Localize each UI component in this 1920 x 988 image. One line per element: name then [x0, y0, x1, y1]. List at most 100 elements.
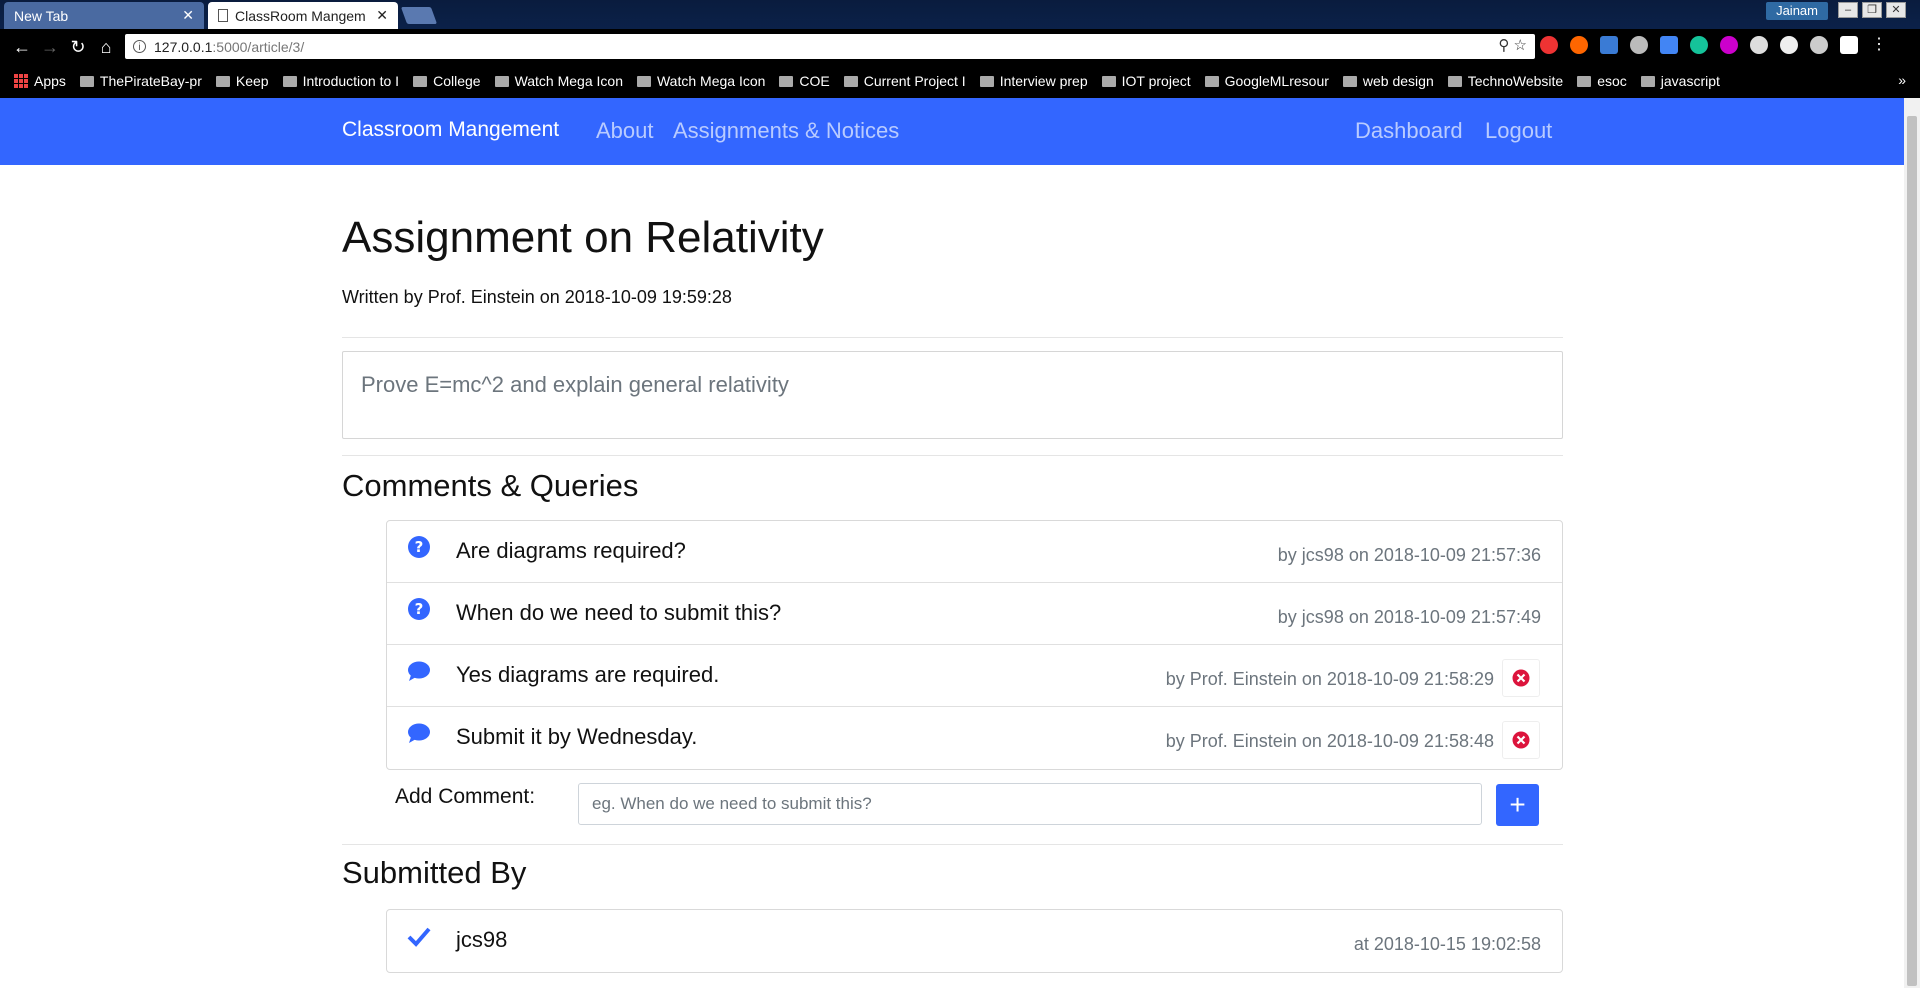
bookmark-item[interactable]: javascript — [1640, 73, 1720, 89]
delete-comment-button[interactable] — [1502, 659, 1540, 697]
bookmark-label: COE — [799, 73, 830, 89]
comment-text: Are diagrams required? — [456, 538, 686, 563]
forward-icon[interactable]: → — [38, 35, 62, 59]
comment-meta: by Prof. Einstein on 2018-10-09 21:58:29 — [1165, 669, 1494, 689]
nav-link-dashboard[interactable]: Dashboard — [1355, 118, 1463, 144]
url-host: 127.0.0.1 — [154, 38, 213, 55]
submissions-list: jcs98 at 2018-10-15 19:02:58 — [386, 909, 1563, 973]
zoom-and-star-icons[interactable]: ⚲ ☆ — [1498, 36, 1527, 54]
bookmark-icon — [282, 75, 297, 87]
bookmark-item[interactable]: esoc — [1577, 73, 1627, 89]
back-icon[interactable]: ← — [10, 35, 34, 59]
bookmark-label: esoc — [1597, 73, 1627, 89]
extension-icon[interactable] — [1750, 36, 1768, 54]
bookmark-item[interactable]: TechnoWebsite — [1447, 73, 1564, 89]
menu-icon[interactable]: ⋮ — [1870, 36, 1888, 54]
nav-link-about[interactable]: About — [596, 118, 654, 144]
bookmark-item[interactable]: web design — [1342, 73, 1434, 89]
bookmark-item[interactable]: GoogleMLresour — [1204, 73, 1329, 89]
svg-text:?: ? — [415, 538, 424, 556]
tab-close-icon[interactable]: ✕ — [376, 7, 388, 24]
extension-icon[interactable] — [1840, 36, 1858, 54]
bookmark-item[interactable]: Keep — [215, 73, 269, 89]
svg-text:?: ? — [415, 600, 424, 618]
home-icon[interactable]: ⌂ — [94, 35, 118, 59]
scrollbar[interactable] — [1904, 98, 1920, 988]
submission-user: jcs98 — [456, 927, 508, 952]
comments-heading: Comments & Queries — [342, 468, 639, 503]
bookmark-item[interactable]: College — [413, 73, 481, 89]
bookmark-item[interactable]: Watch Mega Icon — [636, 73, 766, 89]
bookmark-icon — [413, 75, 428, 87]
divider — [342, 455, 1563, 456]
url-path: :5000/article/3/ — [212, 38, 305, 55]
info-icon[interactable]: i — [133, 40, 146, 53]
extension-icon[interactable] — [1630, 36, 1648, 54]
comment-meta: by Prof. Einstein on 2018-10-09 21:58:48 — [1165, 731, 1494, 751]
bookmark-item[interactable]: IOT project — [1101, 73, 1191, 89]
bookmark-item[interactable]: COE — [779, 73, 830, 89]
nav-link-assignments[interactable]: Assignments & Notices — [673, 118, 899, 144]
bookmark-label: Apps — [34, 73, 66, 89]
site-navbar: Classroom Mangement About Assignments & … — [0, 98, 1904, 165]
bookmark-label: Introduction to I — [302, 73, 400, 89]
browser-tab-classroom[interactable]: ClassRoom Mangem ✕ — [208, 2, 398, 29]
extension-icon[interactable] — [1660, 36, 1678, 54]
bookmark-icon — [636, 75, 651, 87]
nav-link-logout[interactable]: Logout — [1485, 118, 1552, 144]
tab-close-icon[interactable]: ✕ — [182, 7, 194, 24]
bookmark-icon — [215, 75, 230, 87]
bookmarks-overflow-button[interactable]: » — [1898, 72, 1906, 88]
article-body: Prove E=mc^2 and explain general relativ… — [342, 351, 1563, 439]
submission-meta: at 2018-10-15 19:02:58 — [1353, 934, 1541, 954]
bookmark-item[interactable]: Watch Mega Icon — [494, 73, 623, 89]
extension-icon[interactable] — [1810, 36, 1828, 54]
extension-icon[interactable] — [1600, 36, 1618, 54]
submitted-by-heading: Submitted By — [342, 855, 527, 890]
bookmark-apps[interactable]: Apps — [14, 73, 66, 89]
bookmark-item[interactable]: Introduction to I — [282, 73, 400, 89]
bookmark-label: Interview prep — [999, 73, 1088, 89]
extensions-bar: ⋮ — [1540, 36, 1900, 54]
bookmark-label: TechnoWebsite — [1467, 73, 1564, 89]
comment-meta: by jcs98 on 2018-10-09 21:57:49 — [1277, 607, 1541, 627]
comment-text: Submit it by Wednesday. — [456, 724, 698, 749]
extension-icon[interactable] — [1540, 36, 1558, 54]
bookmark-item[interactable]: ThePirateBay-pr — [79, 73, 202, 89]
scrollbar-thumb[interactable] — [1907, 116, 1917, 986]
comment-text: Yes diagrams are required. — [456, 662, 720, 687]
reload-icon[interactable]: ↻ — [66, 35, 90, 59]
bookmark-icon — [1204, 75, 1219, 87]
comment-row: ? Are diagrams required? by jcs98 on 201… — [387, 521, 1562, 583]
bookmark-label: College — [433, 73, 481, 89]
browser-tab-new-tab[interactable]: New Tab ✕ — [4, 2, 204, 29]
new-tab-button[interactable] — [400, 7, 438, 24]
address-bar[interactable]: i 127.0.0.1 :5000/article/3/ ⚲ ☆ — [125, 34, 1535, 59]
bookmark-label: GoogleMLresour — [1224, 73, 1329, 89]
comments-list: ? Are diagrams required? by jcs98 on 201… — [386, 520, 1563, 770]
bookmarks-bar: Apps ThePirateBay-pr Keep Introduction to I… — [0, 64, 1920, 98]
close-window-icon[interactable]: ✕ — [1886, 2, 1906, 18]
bookmark-label: web design — [1362, 73, 1434, 89]
add-comment-button[interactable]: + — [1496, 784, 1539, 826]
delete-comment-button[interactable] — [1502, 721, 1540, 759]
bookmark-label: Watch Mega Icon — [656, 73, 766, 89]
article-title: Assignment on Relativity — [342, 213, 824, 262]
bookmark-label: javascript — [1660, 73, 1720, 89]
extension-icon[interactable] — [1720, 36, 1738, 54]
bookmark-item[interactable]: Interview prep — [979, 73, 1088, 89]
bookmark-icon — [1447, 75, 1462, 87]
minimize-icon[interactable]: – — [1838, 2, 1858, 18]
extension-icon[interactable] — [1780, 36, 1798, 54]
navbar-brand[interactable]: Classroom Mangement — [342, 118, 559, 142]
comment-icon — [408, 723, 430, 743]
extension-icon[interactable] — [1690, 36, 1708, 54]
bookmark-item[interactable]: Current Project I — [843, 73, 966, 89]
extension-icon[interactable] — [1570, 36, 1588, 54]
add-comment-input[interactable] — [578, 783, 1482, 825]
bookmark-icon — [79, 75, 94, 87]
divider — [342, 844, 1563, 845]
restore-icon[interactable]: ❐ — [1862, 2, 1882, 18]
profile-button[interactable]: Jainam — [1766, 2, 1828, 20]
comment-icon — [408, 661, 430, 681]
